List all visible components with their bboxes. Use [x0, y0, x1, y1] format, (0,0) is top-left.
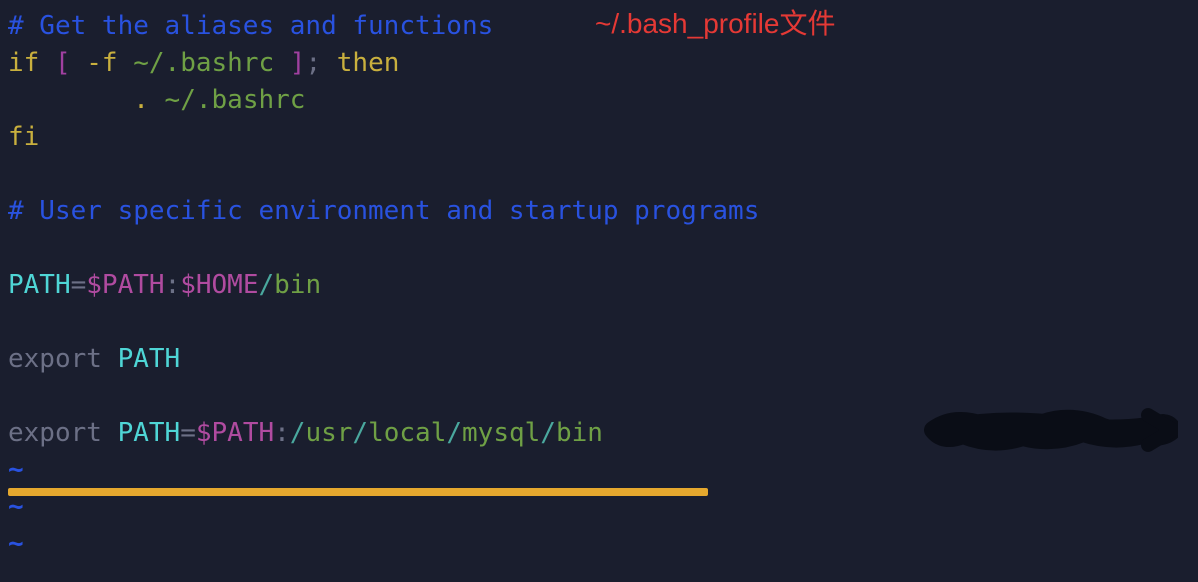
vim-tilde-icon: ~	[8, 455, 24, 485]
code-line-blank-2	[8, 230, 1198, 267]
highlight-underline-annotation	[8, 488, 708, 496]
code-line-path-assign: PATH=$PATH:$HOME/bin	[8, 267, 1198, 304]
mysql-text: mysql	[462, 418, 540, 448]
var-path-3: PATH	[118, 418, 181, 448]
empty-line-tilde: ~	[8, 526, 1198, 563]
var-path: PATH	[8, 270, 71, 300]
semicolon: ;	[305, 48, 321, 78]
file-title-annotation: ~/.bash_profile文件	[595, 4, 835, 43]
code-line-export-path: export PATH	[8, 341, 1198, 378]
slash-1: /	[290, 418, 306, 448]
code-line-blank	[8, 156, 1198, 193]
flag-f: -f	[86, 48, 133, 78]
equals-2: =	[180, 418, 196, 448]
code-line-fi: fi	[8, 119, 1198, 156]
var-dhome: $HOME	[180, 270, 258, 300]
code-line-source: . ~/.bashrc	[8, 82, 1198, 119]
path-bashrc: ~/.bashrc	[133, 48, 290, 78]
bracket-open: [	[55, 48, 86, 78]
path-bashrc-2: ~/.bashrc	[165, 85, 306, 115]
vim-tilde-icon: ~	[8, 529, 24, 559]
colon: :	[165, 270, 181, 300]
bin-text-2: bin	[556, 418, 603, 448]
redaction-scribble	[923, 395, 1178, 465]
code-line-comment-2: # User specific environment and startup …	[8, 193, 1198, 230]
local-text: local	[368, 418, 446, 448]
indent	[8, 85, 133, 115]
colon-2: :	[274, 418, 290, 448]
var-dpath: $PATH	[86, 270, 164, 300]
dot-source: .	[133, 85, 164, 115]
slash-4: /	[540, 418, 556, 448]
bin-text: bin	[274, 270, 321, 300]
keyword-if: if	[8, 48, 55, 78]
keyword-then: then	[321, 48, 399, 78]
equals: =	[71, 270, 87, 300]
keyword-export-2: export	[8, 418, 118, 448]
var-dpath-2: $PATH	[196, 418, 274, 448]
vim-tilde-icon: ~	[8, 492, 24, 522]
comment-text-2: # User specific environment and startup …	[8, 196, 759, 226]
var-path-2: PATH	[118, 344, 181, 374]
usr-text: usr	[305, 418, 352, 448]
slash: /	[259, 270, 275, 300]
keyword-fi: fi	[8, 122, 39, 152]
bracket-close: ]	[290, 48, 306, 78]
code-editor[interactable]: # Get the aliases and functions if [ -f …	[8, 8, 1198, 563]
slash-3: /	[446, 418, 462, 448]
code-line-blank-3	[8, 304, 1198, 341]
keyword-export: export	[8, 344, 118, 374]
code-line-if: if [ -f ~/.bashrc ]; then	[8, 45, 1198, 82]
comment-text: # Get the aliases and functions	[8, 11, 493, 41]
slash-2: /	[352, 418, 368, 448]
